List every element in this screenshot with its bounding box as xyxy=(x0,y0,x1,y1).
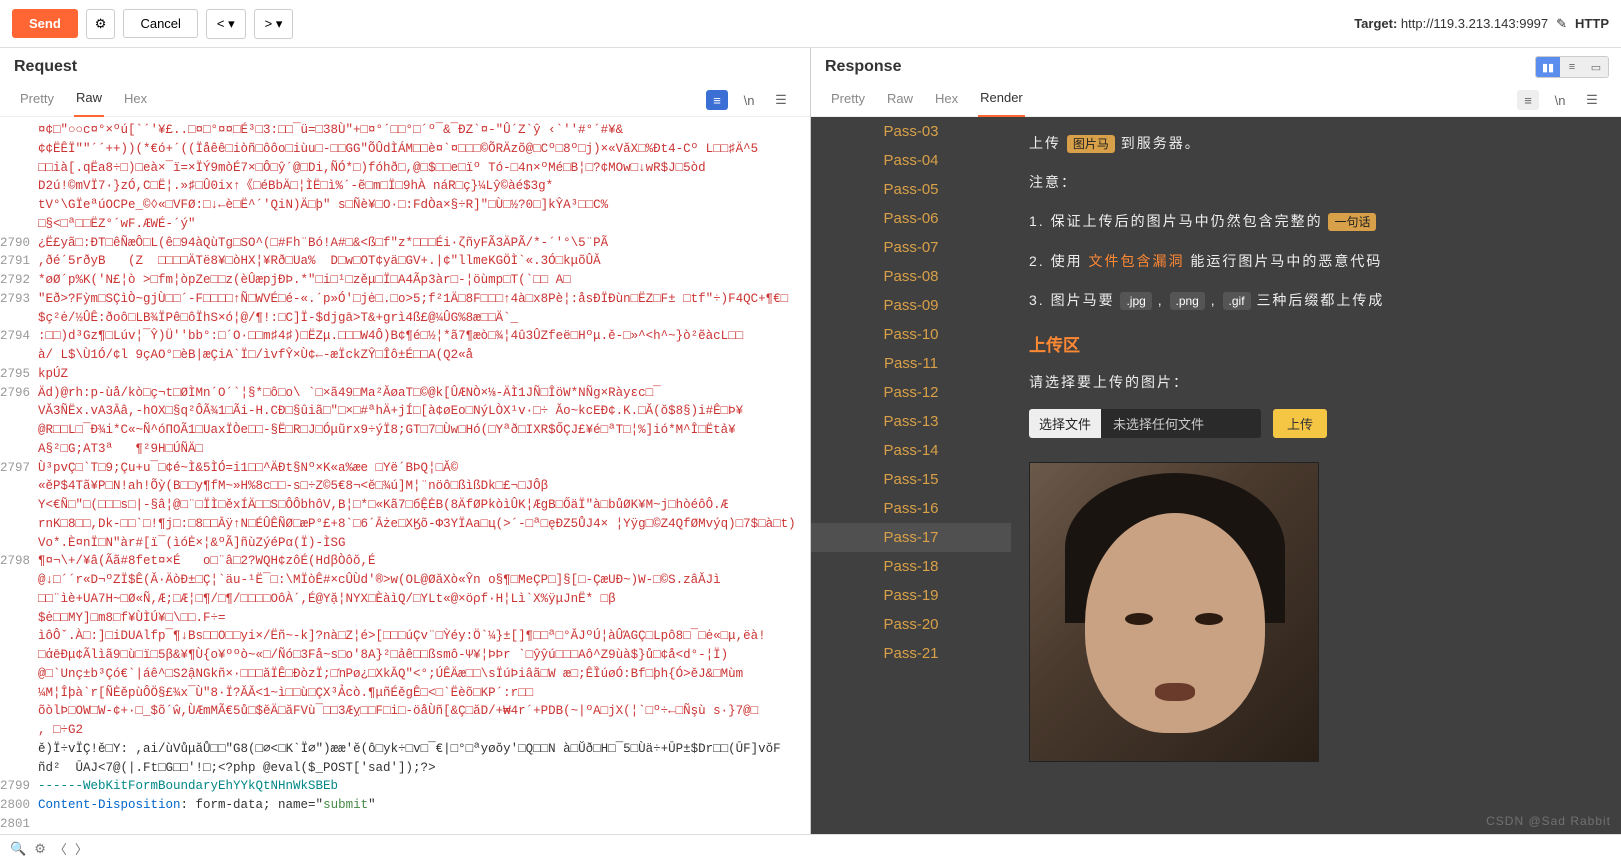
prev-button[interactable]: < ▾ xyxy=(206,9,246,39)
bottom-bar: 🔍 ⚙ 〈 〉 xyxy=(0,834,1621,862)
sidebar-item-pass-03[interactable]: Pass-03 xyxy=(811,117,1011,146)
sidebar-item-pass-17[interactable]: Pass-17 xyxy=(811,523,1011,552)
sidebar-item-pass-13[interactable]: Pass-13 xyxy=(811,407,1011,436)
file-inclusion-highlight: 文件包含漏洞 xyxy=(1088,253,1184,269)
sidebar-item-pass-06[interactable]: Pass-06 xyxy=(811,204,1011,233)
cancel-button[interactable]: Cancel xyxy=(123,9,197,38)
pass-sidebar: Pass-03Pass-04Pass-05Pass-06Pass-07Pass-… xyxy=(811,117,1011,834)
sidebar-item-pass-18[interactable]: Pass-18 xyxy=(811,552,1011,581)
settings-button[interactable]: ⚙ xyxy=(86,9,116,39)
image-preview xyxy=(1029,462,1319,762)
tab-pretty[interactable]: Pretty xyxy=(18,85,56,116)
menu-icon[interactable]: ☰ xyxy=(770,90,792,110)
request-body[interactable]: ¤¢□"○○c¤°×ºú[`´'¥£..□¤□°¤¤□É³□3:□□¯ü=□38… xyxy=(0,117,810,834)
sidebar-item-pass-11[interactable]: Pass-11 xyxy=(811,349,1011,378)
send-button[interactable]: Send xyxy=(12,9,78,38)
sidebar-item-pass-04[interactable]: Pass-04 xyxy=(811,146,1011,175)
upload-text: 上传 xyxy=(1029,135,1061,151)
resp-actions-icon[interactable]: ≡ xyxy=(1517,90,1539,110)
tab-hex[interactable]: Hex xyxy=(122,85,149,116)
watermark: CSDN @Sad Rabbit xyxy=(1486,814,1611,828)
sidebar-item-pass-14[interactable]: Pass-14 xyxy=(811,436,1011,465)
ext-png: .png xyxy=(1170,292,1205,310)
back-icon[interactable]: 〈 xyxy=(54,839,67,858)
sidebar-item-pass-10[interactable]: Pass-10 xyxy=(811,320,1011,349)
sidebar-item-pass-07[interactable]: Pass-07 xyxy=(811,233,1011,262)
response-panel: ▮▮ ≡ ▭ Response Pretty Raw Hex Render ≡ … xyxy=(811,48,1621,834)
actions-icon[interactable]: ≡ xyxy=(706,90,728,110)
top-toolbar: Send ⚙ Cancel < ▾ > ▾ Target: http://119… xyxy=(0,0,1621,48)
upload-area-title: 上传区 xyxy=(1029,331,1603,356)
ext-jpg: .jpg xyxy=(1120,292,1151,310)
upload-button[interactable]: 上传 xyxy=(1273,409,1327,438)
sidebar-item-pass-21[interactable]: Pass-21 xyxy=(811,639,1011,668)
next-button[interactable]: > ▾ xyxy=(254,9,294,39)
newline-icon[interactable]: \n xyxy=(738,90,760,110)
response-tabs: Pretty Raw Hex Render ≡ \n ☰ xyxy=(811,76,1621,117)
sidebar-item-pass-12[interactable]: Pass-12 xyxy=(811,378,1011,407)
view-rows-icon[interactable]: ≡ xyxy=(1560,57,1584,77)
tab-resp-pretty[interactable]: Pretty xyxy=(829,85,867,116)
resp-menu-icon[interactable]: ☰ xyxy=(1581,90,1603,110)
view-single-icon[interactable]: ▭ xyxy=(1584,57,1608,77)
view-toggle: ▮▮ ≡ ▭ xyxy=(1535,56,1609,78)
sidebar-item-pass-05[interactable]: Pass-05 xyxy=(811,175,1011,204)
ext-gif: .gif xyxy=(1223,292,1251,310)
config-icon[interactable]: ⚙ xyxy=(34,841,46,857)
sidebar-item-pass-15[interactable]: Pass-15 xyxy=(811,465,1011,494)
tab-resp-raw[interactable]: Raw xyxy=(885,85,915,116)
request-title: Request xyxy=(14,58,77,76)
response-title: Response xyxy=(825,58,901,76)
sidebar-item-pass-20[interactable]: Pass-20 xyxy=(811,610,1011,639)
tab-resp-render[interactable]: Render xyxy=(978,84,1025,117)
note-label: 注意： xyxy=(1029,170,1603,195)
sidebar-item-pass-09[interactable]: Pass-09 xyxy=(811,291,1011,320)
file-status-text: 未选择任何文件 xyxy=(1101,409,1261,438)
tab-resp-hex[interactable]: Hex xyxy=(933,85,960,116)
img-horse-badge: 图片马 xyxy=(1067,135,1115,153)
request-panel: Request Pretty Raw Hex ≡ \n ☰ ¤¢□"○○c¤°×… xyxy=(0,48,811,834)
sidebar-item-pass-16[interactable]: Pass-16 xyxy=(811,494,1011,523)
edit-target-icon[interactable]: ✎ xyxy=(1556,16,1567,32)
upload-prompt: 请选择要上传的图片： xyxy=(1029,370,1603,395)
one-line-badge: 一句话 xyxy=(1328,213,1376,231)
tab-raw[interactable]: Raw xyxy=(74,84,104,117)
gear-icon: ⚙ xyxy=(95,16,107,31)
render-content: 上传 图片马 到服务器。 注意： 1. 保证上传后的图片马中仍然包含完整的 一句… xyxy=(1011,117,1621,834)
view-columns-icon[interactable]: ▮▮ xyxy=(1536,57,1560,77)
sidebar-item-pass-08[interactable]: Pass-08 xyxy=(811,262,1011,291)
search-icon[interactable]: 🔍 xyxy=(10,841,26,857)
resp-newline-icon[interactable]: \n xyxy=(1549,90,1571,110)
target-label: Target: http://119.3.213.143:9997 xyxy=(1354,16,1548,31)
request-tabs: Pretty Raw Hex ≡ \n ☰ xyxy=(0,76,810,117)
file-picker[interactable]: 选择文件 未选择任何文件 xyxy=(1029,409,1261,438)
protocol-label: HTTP xyxy=(1575,16,1609,31)
sidebar-item-pass-19[interactable]: Pass-19 xyxy=(811,581,1011,610)
choose-file-button[interactable]: 选择文件 xyxy=(1029,409,1101,438)
forward-icon[interactable]: 〉 xyxy=(75,839,88,858)
